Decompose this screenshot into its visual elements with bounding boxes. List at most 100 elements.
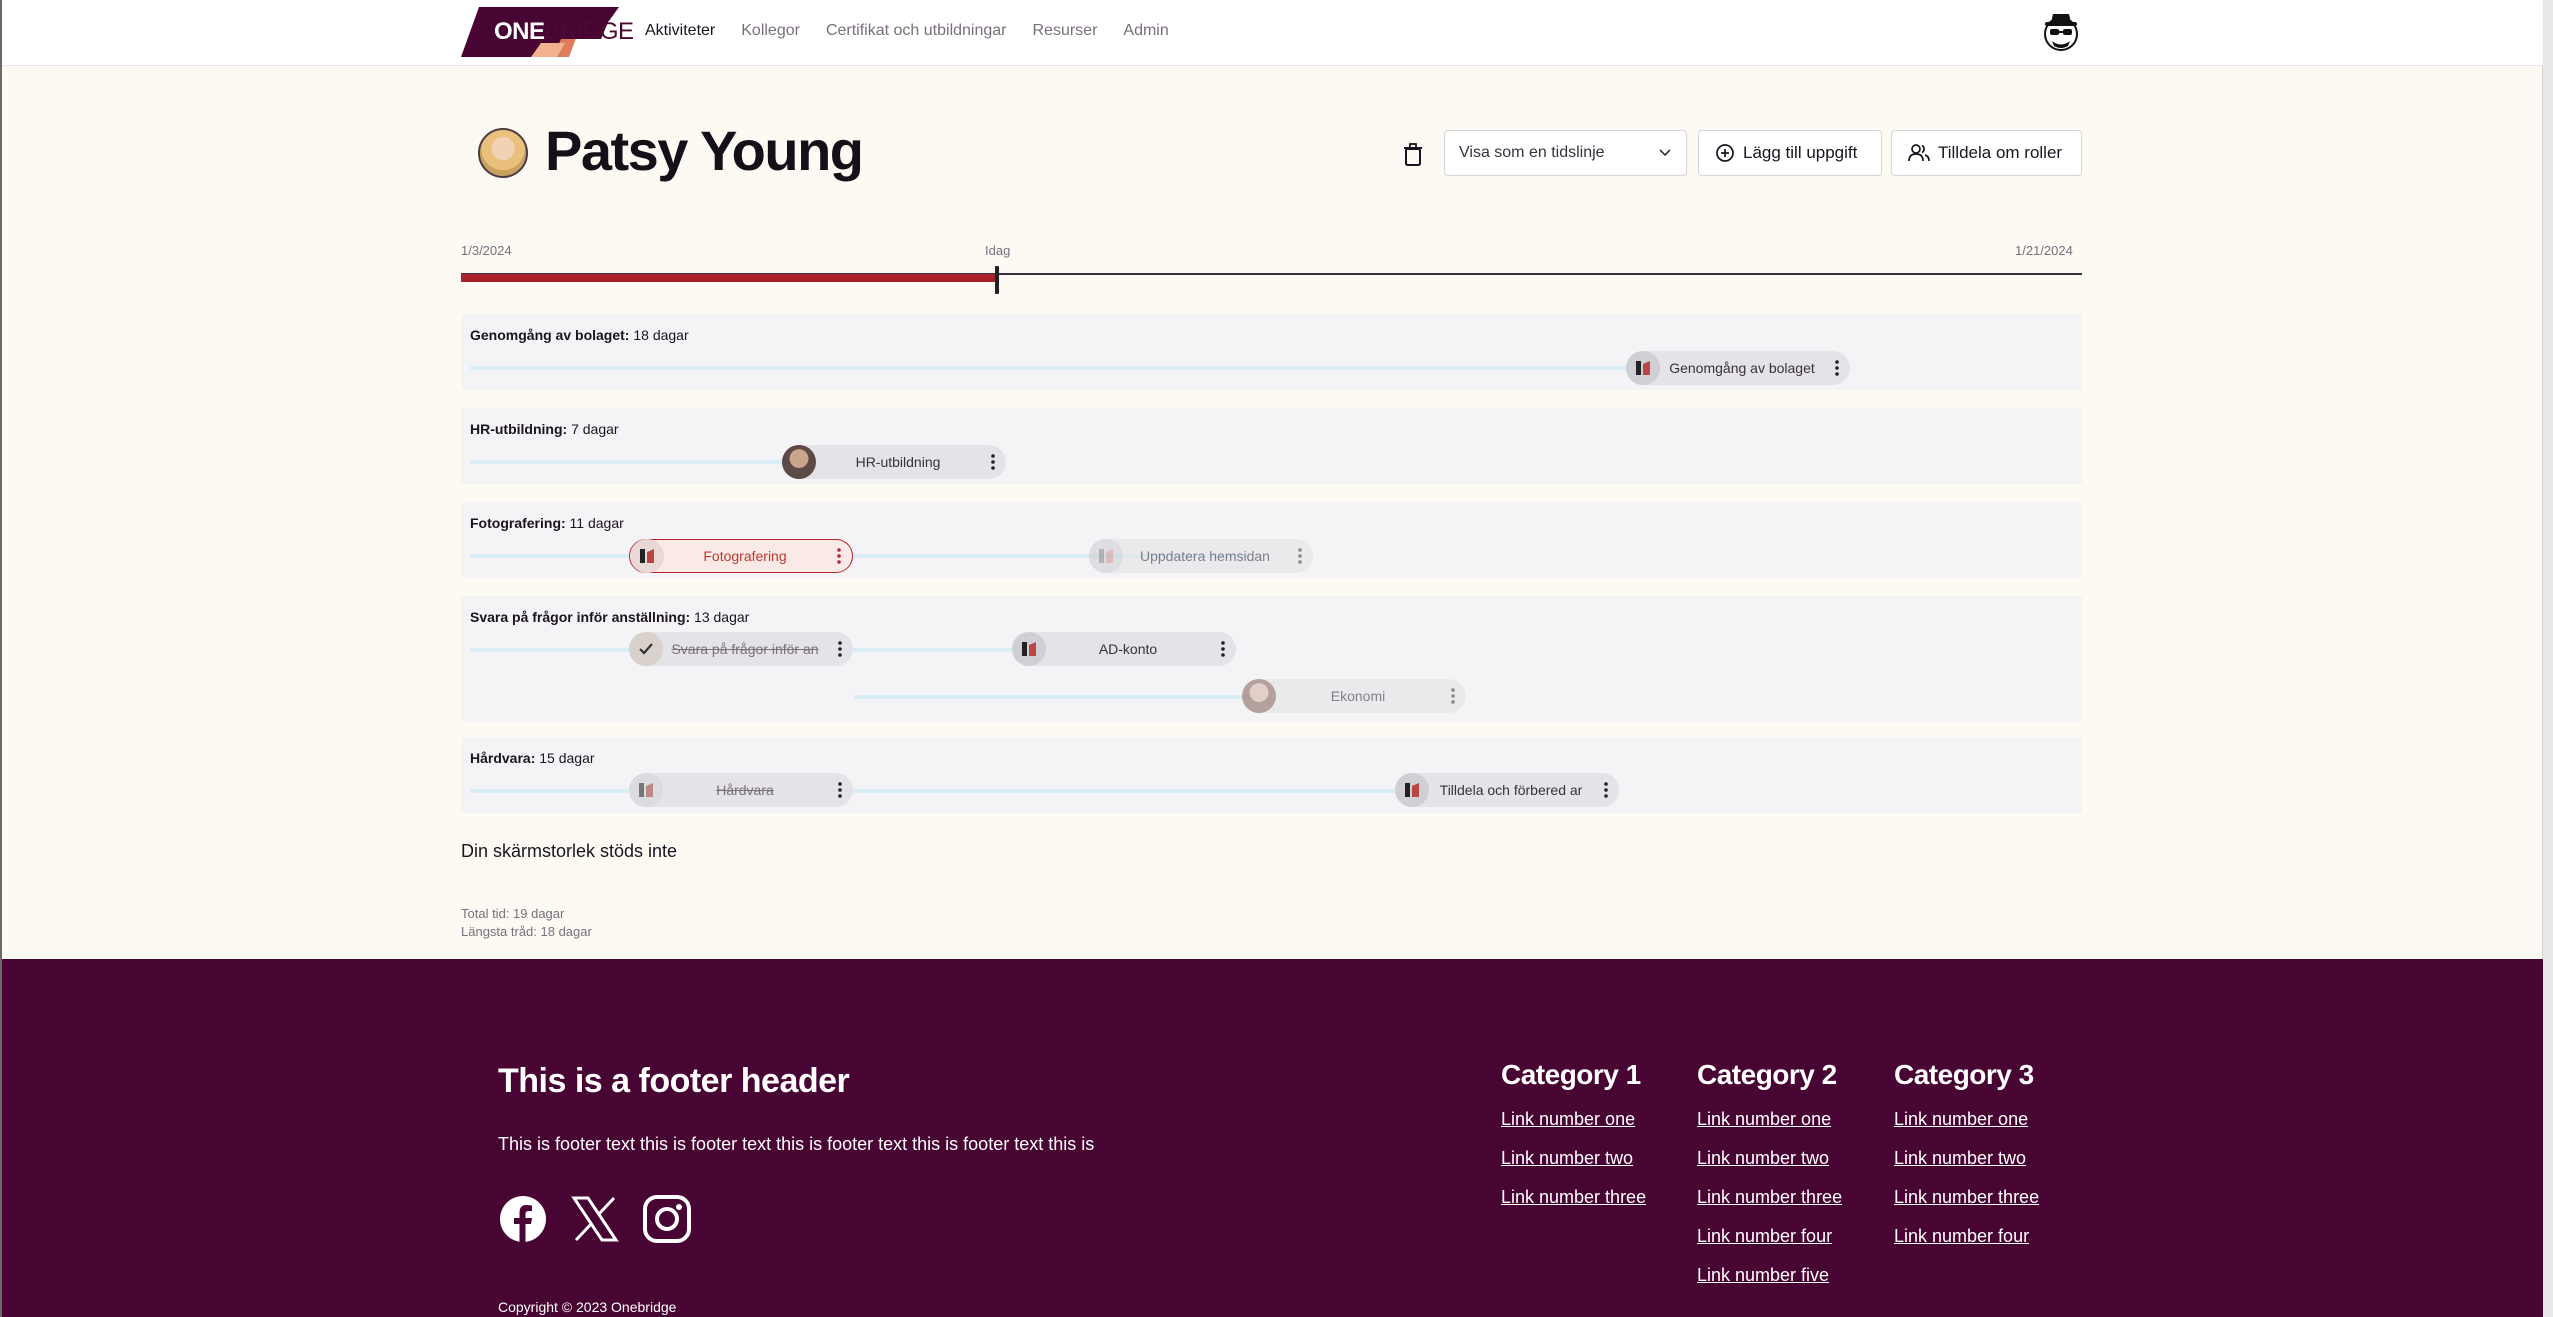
person-avatar [1242, 679, 1276, 713]
footer-link[interactable]: Link number three [1697, 1187, 1842, 1208]
task-label: AD-konto [1098, 641, 1158, 657]
more-vertical-icon[interactable] [1210, 641, 1236, 657]
lane-fotografering: Fotografering: 11 dagar Fotografering Up… [461, 502, 2082, 578]
task-pill-done[interactable]: Svara på frågor inför an [629, 632, 853, 666]
view-mode-value: Visa som en tidslinje [1459, 144, 1605, 161]
x-icon[interactable] [570, 1194, 620, 1244]
task-pill[interactable]: Ekonomi [1242, 679, 1466, 713]
more-vertical-icon[interactable] [1824, 360, 1850, 376]
reassign-roles-label: Tilldela om roller [1938, 143, 2063, 162]
footer-column-title: Category 1 [1501, 1059, 1641, 1090]
footer-link[interactable]: Link number one [1894, 1109, 2039, 1130]
more-vertical-icon[interactable] [826, 548, 852, 564]
person-avatar [782, 445, 816, 479]
task-label: Svara på frågor inför an [671, 641, 819, 657]
company-logo-avatar [629, 773, 663, 807]
footer-link[interactable]: Link number one [1501, 1109, 1646, 1130]
nav-aktiviteter[interactable]: Aktiviteter [645, 22, 715, 40]
footer-link[interactable]: Link number four [1697, 1226, 1842, 1247]
facebook-icon[interactable] [498, 1194, 548, 1244]
scrollbar[interactable] [2542, 0, 2553, 1317]
more-vertical-icon[interactable] [827, 782, 853, 798]
footer-link[interactable]: Link number five [1697, 1265, 1842, 1286]
task-label: Fotografering [703, 548, 787, 564]
more-vertical-icon[interactable] [980, 454, 1006, 470]
lane-title: Fotografering: 11 dagar [470, 515, 624, 531]
total-time: Total tid: 19 dagar [461, 906, 565, 921]
task-label: Genomgång av bolaget [1669, 360, 1815, 376]
footer-column-2: Category 2 Link number one Link number t… [1697, 1059, 1842, 1304]
site-footer: This is a footer header This is footer t… [2, 959, 2543, 1317]
company-logo-avatar [1626, 351, 1660, 385]
copyright: Copyright © 2023 Onebridge [498, 1299, 677, 1315]
nav-admin[interactable]: Admin [1123, 22, 1168, 40]
footer-link[interactable]: Link number one [1697, 1109, 1842, 1130]
timeline-stats: Total tid: 19 dagar Längsta tråd: 18 dag… [461, 905, 592, 941]
lane-title: Svara på frågor inför anställning: 13 da… [470, 609, 750, 625]
task-pill[interactable]: Genomgång av bolaget [1626, 351, 1850, 385]
longest-thread: Längsta tråd: 18 dagar [461, 924, 592, 939]
reassign-roles-button[interactable]: Tilldela om roller [1891, 130, 2082, 176]
company-logo-avatar [1395, 773, 1429, 807]
main-nav: Aktiviteter Kollegor Certifikat och utbi… [645, 22, 1195, 40]
task-label: Uppdatera hemsidan [1140, 548, 1270, 564]
footer-link[interactable]: Link number two [1501, 1148, 1646, 1169]
footer-column-3: Category 3 Link number one Link number t… [1894, 1059, 2039, 1265]
task-pill[interactable]: Tilldela och förbered ar [1395, 773, 1619, 807]
lane-title: HR-utbildning: 7 dagar [470, 421, 619, 437]
footer-header: This is a footer header [498, 1062, 850, 1100]
lane-title: Genomgång av bolaget: 18 dagar [470, 327, 689, 343]
nav-resurser[interactable]: Resurser [1033, 22, 1098, 40]
timeline-today-marker [995, 266, 999, 294]
users-icon [1908, 144, 1930, 162]
task-pill-done[interactable]: Hårdvara [629, 773, 853, 807]
profile-avatar [478, 128, 528, 178]
lane-hardvara: Hårdvara: 15 dagar Hårdvara Tilldela och… [461, 737, 2082, 813]
footer-column-title: Category 2 [1697, 1059, 1837, 1090]
timeline-end-date: 1/21/2024 [2015, 243, 2073, 258]
chevron-down-icon [1659, 149, 1671, 157]
footer-link[interactable]: Link number four [1894, 1226, 2039, 1247]
task-pill[interactable]: HR-utbildning [782, 445, 1006, 479]
spy-hat-icon[interactable] [2042, 12, 2080, 52]
timeline-progress-bar [461, 274, 996, 282]
company-logo-avatar [1089, 539, 1123, 573]
more-vertical-icon[interactable] [1287, 548, 1313, 564]
lane-connector [470, 460, 800, 464]
footer-column-1: Category 1 Link number one Link number t… [1501, 1059, 1646, 1226]
footer-link[interactable]: Link number three [1894, 1187, 2039, 1208]
task-pill[interactable]: AD-konto [1012, 632, 1236, 666]
task-label: Ekonomi [1330, 688, 1386, 704]
task-label: HR-utbildning [855, 454, 941, 470]
footer-text: This is footer text this is footer text … [498, 1134, 1095, 1154]
footer-link[interactable]: Link number two [1894, 1148, 2039, 1169]
lane-connector [470, 366, 1640, 370]
task-pill-active[interactable]: Fotografering [629, 539, 853, 573]
logo-text: ONEBRIDGE [494, 18, 634, 45]
task-pill[interactable]: Uppdatera hemsidan [1089, 539, 1313, 573]
more-vertical-icon[interactable] [827, 641, 853, 657]
screen-size-notice: Din skärmstorlek stöds inte [461, 841, 678, 861]
lane-svara-pa-fragor: Svara på frågor inför anställning: 13 da… [461, 596, 2082, 722]
task-label: Hårdvara [716, 782, 774, 798]
footer-link[interactable]: Link number two [1697, 1148, 1842, 1169]
checkmark-icon [629, 632, 663, 666]
plus-circle-icon [1716, 144, 1734, 162]
add-task-button[interactable]: Lägg till uppgift [1698, 130, 1882, 176]
view-mode-select[interactable]: Visa som en tidslinje [1444, 130, 1687, 176]
trash-icon[interactable] [1398, 140, 1428, 170]
more-vertical-icon[interactable] [1593, 782, 1619, 798]
lane-connector [854, 695, 1254, 699]
footer-link[interactable]: Link number three [1501, 1187, 1646, 1208]
page-title: Patsy Young [545, 119, 864, 182]
lane-hr-utbildning: HR-utbildning: 7 dagar HR-utbildning [461, 408, 2082, 484]
task-label: Tilldela och förbered ar [1439, 782, 1583, 798]
nav-certifikat[interactable]: Certifikat och utbildningar [826, 22, 1007, 40]
instagram-icon[interactable] [642, 1194, 692, 1244]
more-vertical-icon[interactable] [1440, 688, 1466, 704]
nav-kollegor[interactable]: Kollegor [741, 22, 800, 40]
lane-connector [470, 789, 1410, 793]
timeline-start-date: 1/3/2024 [461, 243, 512, 258]
lane-genomgang: Genomgång av bolaget: 18 dagar Genomgång… [461, 314, 2082, 390]
footer-column-title: Category 3 [1894, 1059, 2034, 1090]
